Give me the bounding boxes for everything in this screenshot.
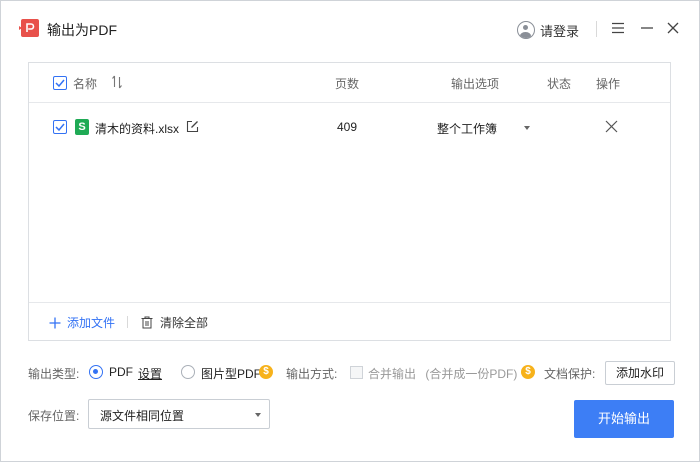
pdf-app-icon [19,19,39,37]
chevron-down-icon [524,126,530,130]
radio-image-pdf[interactable] [181,365,195,379]
radio-image-pdf-label[interactable]: 图片型PDF [201,365,261,382]
output-type-label: 输出类型: [28,367,80,381]
trash-icon [141,316,153,329]
add-file-label: 添加文件 [67,316,116,330]
titlebar-divider [596,21,597,37]
clear-all-label: 清除全部 [160,316,209,330]
remove-file-icon[interactable] [605,120,618,133]
merge-output-label: 合并输出 (合并成一份PDF) [368,365,517,382]
sort-icon[interactable] [111,75,123,89]
add-watermark-button[interactable]: 添加水印 [605,361,675,385]
select-all-checkbox[interactable] [53,76,67,90]
merge-output-checkbox[interactable] [350,366,363,379]
page-count: 409 [337,120,358,134]
start-export-button[interactable]: 开始输出 [574,400,674,438]
rename-edit-icon[interactable] [186,120,199,133]
minimize-icon[interactable] [638,19,656,37]
radio-pdf-label[interactable]: PDF [109,365,133,379]
plus-icon [49,317,61,328]
output-option-select[interactable]: 整个工作簿 [437,116,537,138]
user-avatar-icon [517,21,535,39]
window-title: 输出为PDF [47,22,117,38]
merge-output-text: 合并输出 [368,367,417,381]
table-header: 名称 页数 输出选项 状态 操作 [29,63,670,103]
save-location-value: 源文件相同位置 [100,409,185,423]
close-icon[interactable] [664,19,682,37]
clear-all-button[interactable]: 清除全部 [141,314,208,331]
chevron-down-icon [255,413,261,417]
header-pages: 页数 [335,77,360,91]
merge-hint-text: (合并成一份PDF) [425,367,518,381]
vip-coin-icon: $ [259,365,273,379]
header-output-option: 输出选项 [451,77,500,91]
table-row: S 清木的资料.xlsx 409 整个工作簿 [29,104,670,150]
title-bar: 输出为PDF 请登录 [1,1,699,53]
save-location-select[interactable]: 源文件相同位置 [88,399,270,429]
file-name: 清木的资料.xlsx [95,122,180,136]
row-checkbox[interactable] [53,120,67,134]
output-mode-label: 输出方式: [286,367,338,381]
save-location-label: 保存位置: [28,409,80,423]
login-label: 请登录 [540,23,580,39]
file-list-panel: 名称 页数 输出选项 状态 操作 S 清木的资料.xlsx 409 整个工作簿 [28,62,671,341]
login-button[interactable]: 请登录 [517,20,579,40]
spreadsheet-file-icon: S [75,119,89,135]
vip-coin-icon: $ [521,365,535,379]
add-file-button[interactable]: 添加文件 [49,314,115,331]
doc-protect-label: 文档保护: [544,367,596,381]
radio-pdf[interactable] [89,365,103,379]
settings-link[interactable]: 设置 [138,365,162,382]
output-option-value: 整个工作簿 [437,122,498,136]
footer-divider [127,316,128,328]
export-pdf-dialog: 输出为PDF 请登录 名称 页数 输出选项 状态 操作 S 清木的资料.xlsx… [0,0,700,462]
header-status: 状态 [547,77,572,91]
header-name: 名称 [73,77,98,91]
menu-icon[interactable] [609,19,627,37]
file-list-footer: 添加文件 清除全部 [29,302,670,340]
output-options-row: 输出类型: PDF 设置 图片型PDF $ 输出方式: 合并输出 (合并成一份P… [28,361,678,385]
header-action: 操作 [596,77,621,91]
